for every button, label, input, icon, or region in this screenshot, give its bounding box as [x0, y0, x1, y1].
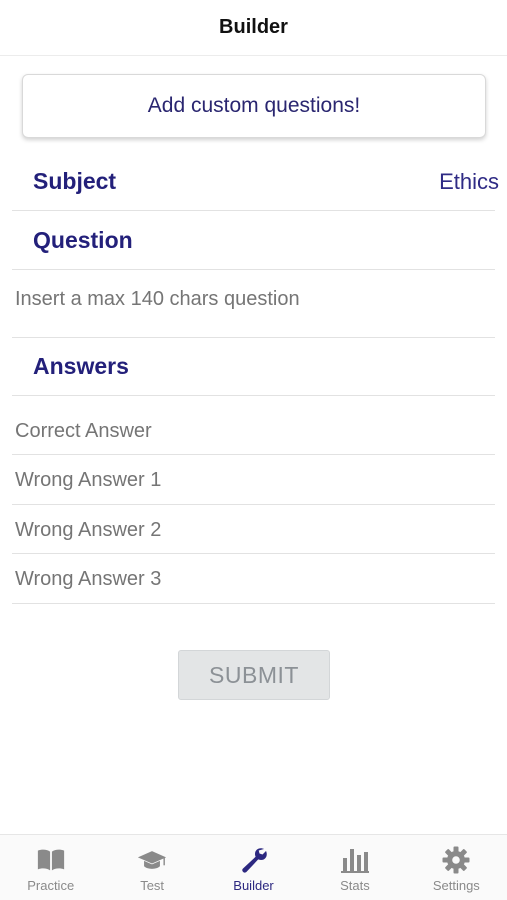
divider: [12, 337, 495, 338]
divider: [12, 553, 495, 554]
tab-bar: Practice Test Builder Stats Settings: [0, 834, 507, 900]
tab-label: Stats: [340, 878, 370, 893]
subject-label: Subject: [33, 168, 117, 194]
banner-text: Add custom questions!: [147, 94, 361, 117]
page-title: Builder: [219, 16, 288, 38]
divider: [12, 395, 495, 396]
tab-label: Test: [140, 878, 165, 893]
divider: [12, 454, 495, 455]
submit-button[interactable]: SUBMIT: [178, 650, 330, 700]
tab-practice[interactable]: Practice: [0, 835, 101, 900]
tab-builder[interactable]: Builder: [203, 835, 304, 900]
tab-settings[interactable]: Settings: [406, 835, 507, 900]
divider: [12, 603, 495, 604]
divider: [12, 210, 495, 211]
tab-label: Practice: [27, 878, 75, 893]
correct-answer-input[interactable]: [15, 416, 493, 446]
gear-icon: [441, 846, 471, 874]
wrong-answer-1-input[interactable]: [15, 465, 493, 495]
book-icon: [36, 846, 66, 874]
tab-stats[interactable]: Stats: [304, 835, 405, 900]
custom-questions-banner: Add custom questions!: [22, 74, 486, 138]
submit-label: SUBMIT: [209, 661, 299, 688]
wrench-icon: [239, 846, 269, 874]
subject-value[interactable]: Ethics: [439, 169, 499, 195]
question-label: Question: [33, 227, 133, 253]
wrong-answer-2-input[interactable]: [15, 515, 493, 545]
divider: [12, 269, 495, 270]
navigation-bar: Builder: [0, 0, 507, 56]
answers-label: Answers: [33, 353, 129, 379]
tab-label: Settings: [432, 878, 480, 893]
graduation-cap-icon: [137, 846, 167, 874]
bar-chart-icon: [340, 846, 370, 874]
divider: [12, 504, 495, 505]
tab-test[interactable]: Test: [101, 835, 202, 900]
question-input[interactable]: [15, 284, 493, 314]
wrong-answer-3-input[interactable]: [15, 564, 493, 594]
subject-row[interactable]: Subject Ethics: [12, 156, 499, 210]
tab-label: Builder: [233, 878, 274, 893]
